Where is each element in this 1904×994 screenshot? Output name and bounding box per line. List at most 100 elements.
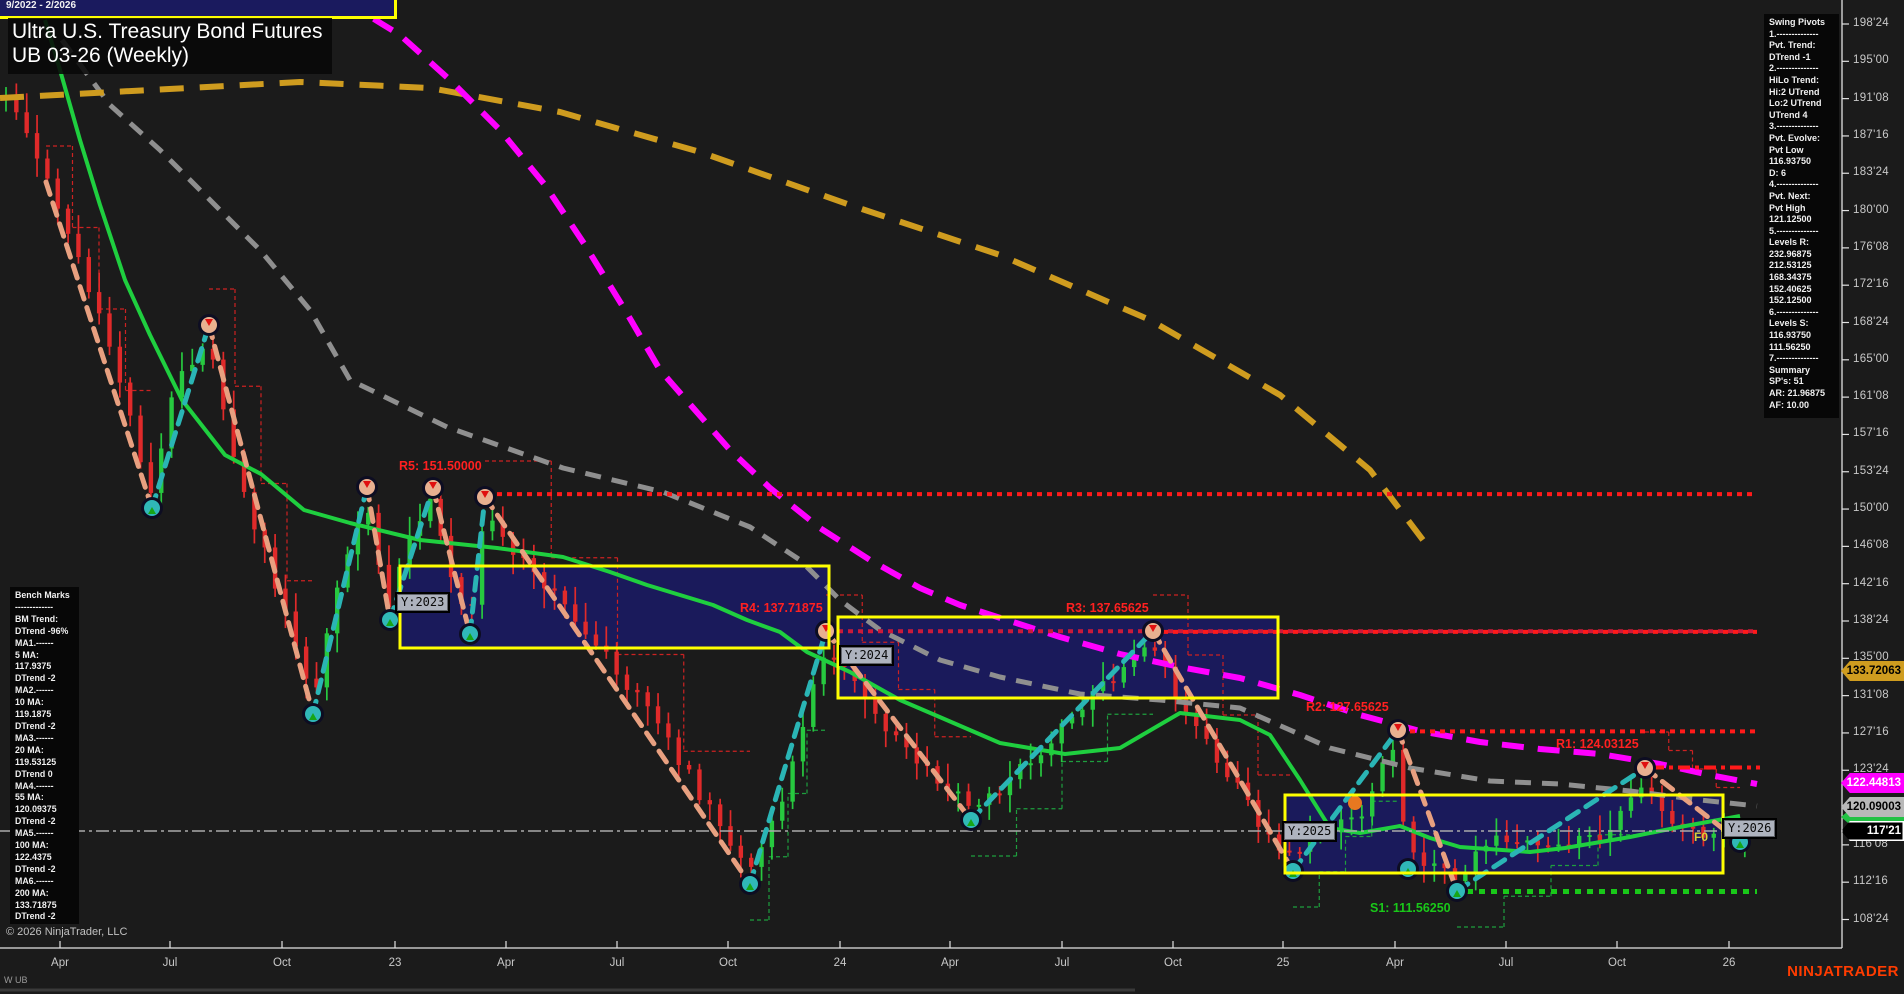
swing-pivots-line: AR: 21.96875 bbox=[1769, 388, 1826, 398]
swing-pivots-line: 152.40625 bbox=[1769, 283, 1812, 294]
candle-body bbox=[86, 257, 91, 293]
candle-body bbox=[1080, 709, 1085, 718]
pivot-level-label-R3: R3: 137.65625 bbox=[1066, 601, 1149, 615]
time-axis-label[interactable]: 23 bbox=[389, 957, 402, 969]
price-axis-label[interactable]: 138'24 bbox=[1853, 614, 1889, 626]
swing-pivots-line: SP's: 51 bbox=[1769, 376, 1804, 387]
time-axis-label[interactable]: Jul bbox=[1499, 957, 1514, 969]
candle-body bbox=[614, 651, 619, 675]
ma200-tag: 133.72063 bbox=[1841, 661, 1904, 681]
bench-marks-line: BM Trend: bbox=[15, 613, 59, 624]
candle-body bbox=[883, 713, 888, 732]
candle-body bbox=[1618, 810, 1623, 830]
candle-body bbox=[593, 634, 599, 646]
swing-pivots-line: 116.93750 bbox=[1769, 156, 1812, 167]
price-axis-label[interactable]: 127'16 bbox=[1853, 726, 1889, 738]
swing-pivots-line: 2.-------------- bbox=[1769, 63, 1819, 74]
bench-marks-line: Bench Marks bbox=[15, 590, 70, 600]
candle-body bbox=[831, 657, 837, 660]
year-label-chip[interactable]: Y:2026 bbox=[1721, 818, 1778, 839]
time-axis-label[interactable]: 26 bbox=[1723, 957, 1736, 969]
candle-body bbox=[997, 793, 1002, 796]
bench-marks-line: 5 MA: bbox=[15, 649, 39, 660]
pivot-level-label-R2: R2: 127.65625 bbox=[1306, 700, 1389, 714]
time-axis-label[interactable]: Oct bbox=[273, 957, 291, 969]
chart-title-block: Ultra U.S. Treasury Bond Futures UB 03-2… bbox=[8, 18, 333, 74]
candle-body bbox=[1152, 647, 1158, 651]
candle-body bbox=[1028, 763, 1033, 766]
time-axis-label[interactable]: Apr bbox=[941, 957, 959, 969]
pivot-level-label-R4: R4: 137.71875 bbox=[740, 601, 823, 615]
year-label-chip[interactable]: Y:2023 bbox=[394, 592, 451, 613]
price-axis-label[interactable]: 191'08 bbox=[1853, 92, 1889, 104]
time-axis-label[interactable]: 25 bbox=[1277, 957, 1290, 969]
bench-marks-line: MA1.------ bbox=[15, 637, 54, 648]
price-axis-label[interactable]: 198'24 bbox=[1853, 17, 1889, 29]
price-axis-label[interactable]: 161'08 bbox=[1853, 390, 1889, 402]
candle-body bbox=[1690, 826, 1696, 829]
candle-body bbox=[1111, 681, 1116, 684]
candle-body bbox=[1587, 835, 1592, 838]
candle-body bbox=[148, 462, 154, 493]
price-axis-label[interactable]: 187'16 bbox=[1853, 129, 1889, 141]
swing-pivots-line: Lo:2 UTrend bbox=[1769, 98, 1822, 109]
price-axis-label[interactable]: 180'00 bbox=[1853, 204, 1889, 216]
time-axis-label[interactable]: Jul bbox=[163, 957, 178, 969]
price-axis-label[interactable]: 150'00 bbox=[1853, 502, 1889, 514]
time-axis-label[interactable]: Apr bbox=[1386, 957, 1404, 969]
bench-marks-line: 119.53125 bbox=[15, 756, 57, 767]
ma100-tag: 122.44813 bbox=[1841, 773, 1904, 793]
swing-pivots-line: Pvt High bbox=[1769, 202, 1806, 213]
price-axis-label[interactable]: 183'24 bbox=[1853, 166, 1889, 178]
price-axis-label[interactable]: 157'16 bbox=[1853, 427, 1889, 439]
price-axis-label[interactable]: 168'24 bbox=[1853, 316, 1889, 328]
swing-pivots-line: 121.12500 bbox=[1769, 214, 1812, 225]
price-axis-label[interactable]: 172'16 bbox=[1853, 278, 1889, 290]
price-chart-canvas[interactable] bbox=[0, 0, 1904, 994]
candle-body bbox=[1142, 647, 1147, 657]
time-axis-label[interactable]: Jul bbox=[610, 957, 625, 969]
bench-marks-line: 133.71875 bbox=[15, 899, 57, 910]
ninjatrader-logo: NINJATRADER bbox=[1787, 963, 1899, 980]
candle-body bbox=[811, 684, 816, 727]
year-label-chip[interactable]: Y:2025 bbox=[1281, 821, 1338, 842]
candle-body bbox=[966, 791, 971, 806]
price-axis-label[interactable]: 108'24 bbox=[1853, 913, 1889, 925]
price-axis-label[interactable]: 165'00 bbox=[1853, 353, 1889, 365]
bench-marks-line: DTrend -2 bbox=[15, 816, 56, 827]
contract-subtitle: UB 03-26 (Weekly) bbox=[12, 44, 190, 67]
time-axis-label[interactable]: Oct bbox=[719, 957, 737, 969]
swing-pivots-line: Hi:2 UTrend bbox=[1769, 86, 1820, 97]
candle-body bbox=[96, 292, 102, 314]
price-axis-label[interactable]: 153'24 bbox=[1853, 465, 1889, 477]
swing-pivots-line: Pvt. Next: bbox=[1769, 190, 1811, 201]
price-axis-label[interactable]: 176'08 bbox=[1853, 241, 1889, 253]
candle-body bbox=[655, 706, 661, 724]
price-axis-label[interactable]: 131'08 bbox=[1853, 689, 1889, 701]
bench-marks-line: DTrend -96% bbox=[15, 625, 69, 636]
price-axis-label[interactable]: 142'16 bbox=[1853, 577, 1889, 589]
candle-body bbox=[45, 158, 50, 179]
bench-marks-line: ------------- bbox=[15, 601, 54, 612]
bench-marks-line: MA2.------ bbox=[15, 685, 54, 696]
candle-body bbox=[1297, 851, 1302, 854]
price-axis-label[interactable]: 195'00 bbox=[1853, 54, 1889, 66]
candle-body bbox=[1556, 844, 1561, 847]
bench-marks-line: 117.9375 bbox=[15, 661, 52, 672]
time-axis-label[interactable]: 24 bbox=[834, 957, 847, 969]
time-axis-label[interactable]: Oct bbox=[1164, 957, 1182, 969]
candle-body bbox=[573, 604, 578, 622]
candle-body bbox=[1545, 845, 1551, 848]
year-label-chip[interactable]: Y:2024 bbox=[838, 645, 895, 666]
bench-marks-line: DTrend -2 bbox=[15, 863, 56, 874]
price-axis-label[interactable]: 112'16 bbox=[1853, 875, 1888, 887]
bench-marks-line: DTrend -2 bbox=[15, 720, 56, 731]
price-axis-label[interactable]: 146'08 bbox=[1853, 539, 1889, 551]
time-axis-label[interactable]: Apr bbox=[497, 957, 515, 969]
candle-body bbox=[65, 208, 71, 234]
time-axis-label[interactable]: Oct bbox=[1608, 957, 1626, 969]
time-axis-label[interactable]: Apr bbox=[51, 957, 69, 969]
candle-body bbox=[1463, 873, 1468, 882]
time-axis-label[interactable]: Jul bbox=[1055, 957, 1070, 969]
candle-body bbox=[769, 820, 775, 848]
